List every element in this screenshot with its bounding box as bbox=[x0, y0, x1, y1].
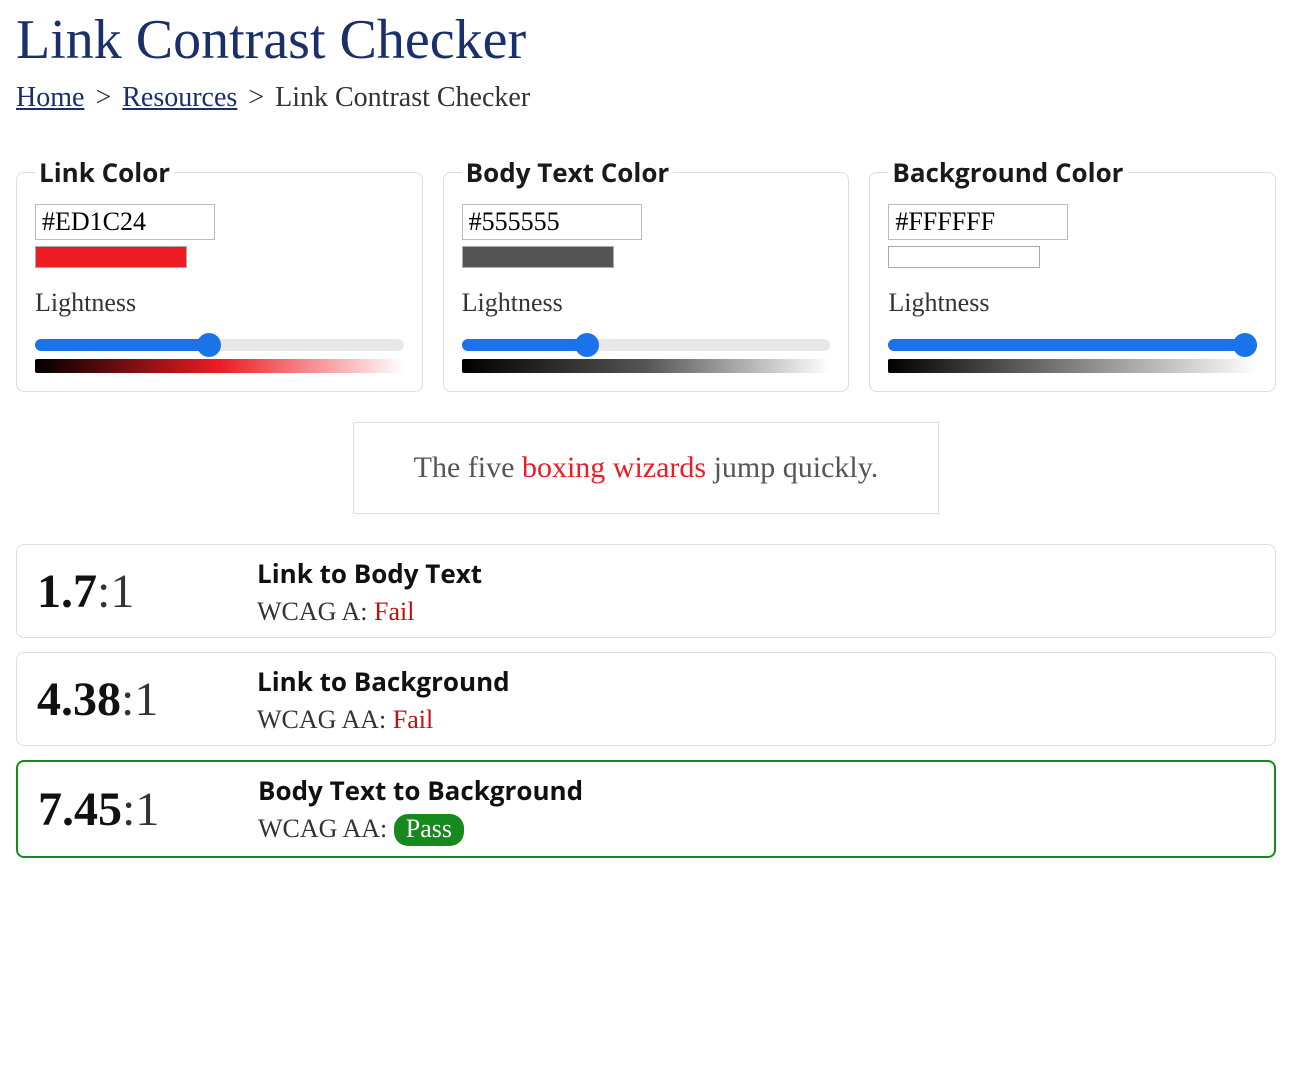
link-color-input[interactable] bbox=[35, 204, 215, 240]
color-panels: Link Color Lightness Body Text Color Lig… bbox=[16, 154, 1276, 392]
status-fail: Fail bbox=[374, 597, 414, 626]
background-color-swatch[interactable] bbox=[888, 246, 1040, 268]
wcag-line: WCAG AA: Fail bbox=[257, 705, 510, 735]
body-text-lightness-label: Lightness bbox=[462, 288, 831, 318]
body-text-color-input[interactable] bbox=[462, 204, 642, 240]
wcag-line: WCAG AA: Pass bbox=[258, 814, 583, 846]
breadcrumb-resources-link[interactable]: Resources bbox=[122, 82, 237, 113]
status-fail: Fail bbox=[393, 705, 433, 734]
result-title: Link to Background bbox=[257, 663, 510, 699]
background-lightness-gradient bbox=[888, 359, 1257, 373]
breadcrumb-separator: > bbox=[248, 82, 264, 113]
result-row: 4.38:1 Link to Background WCAG AA: Fail bbox=[16, 652, 1276, 746]
wcag-line: WCAG A: Fail bbox=[257, 597, 482, 627]
sample-text-pre: The five bbox=[414, 451, 522, 484]
results-list: 1.7:1Link to Body TextWCAG A: Fail4.38:1… bbox=[16, 544, 1276, 858]
background-color-legend: Background Color bbox=[888, 154, 1127, 190]
result-body: Link to Body Text WCAG A: Fail bbox=[257, 555, 482, 627]
body-text-lightness-gradient bbox=[462, 359, 831, 373]
contrast-ratio: 4.38:1 bbox=[37, 672, 237, 727]
result-row: 7.45:1 Body Text to Background WCAG AA: Pa… bbox=[16, 760, 1276, 858]
body-text-color-legend: Body Text Color bbox=[462, 154, 674, 190]
sample-preview-container: The five boxing wizards jump quickly. bbox=[16, 422, 1276, 514]
result-row: 1.7:1 Link to Body Text WCAG A: Fail bbox=[16, 544, 1276, 638]
breadcrumb-home-link[interactable]: Home bbox=[16, 82, 84, 113]
link-color-panel: Link Color Lightness bbox=[16, 154, 423, 392]
link-lightness-slider[interactable] bbox=[35, 339, 404, 351]
background-color-input[interactable] bbox=[888, 204, 1068, 240]
sample-text-post: jump quickly. bbox=[706, 451, 878, 484]
link-color-legend: Link Color bbox=[35, 154, 174, 190]
body-text-color-swatch[interactable] bbox=[462, 246, 614, 268]
contrast-ratio-suffix: :1 bbox=[121, 673, 158, 726]
body-text-color-panel: Body Text Color Lightness bbox=[443, 154, 850, 392]
link-color-swatch[interactable] bbox=[35, 246, 187, 268]
contrast-ratio-suffix: :1 bbox=[97, 565, 134, 618]
link-lightness-label: Lightness bbox=[35, 288, 404, 318]
result-title: Body Text to Background bbox=[258, 772, 583, 808]
contrast-ratio: 1.7:1 bbox=[37, 564, 237, 619]
status-pass-badge: Pass bbox=[394, 814, 464, 846]
wcag-label: WCAG A: bbox=[257, 597, 374, 626]
breadcrumb: Home > Resources > Link Contrast Checker bbox=[16, 82, 1276, 114]
contrast-ratio-suffix: :1 bbox=[122, 783, 159, 836]
background-color-panel: Background Color Lightness bbox=[869, 154, 1276, 392]
sample-preview: The five boxing wizards jump quickly. bbox=[353, 422, 940, 514]
result-body: Body Text to Background WCAG AA: Pass bbox=[258, 772, 583, 846]
contrast-ratio-value: 4.38 bbox=[37, 673, 121, 726]
result-body: Link to Background WCAG AA: Fail bbox=[257, 663, 510, 735]
contrast-ratio: 7.45:1 bbox=[38, 782, 238, 837]
breadcrumb-current: Link Contrast Checker bbox=[275, 82, 530, 113]
wcag-label: WCAG AA: bbox=[257, 705, 393, 734]
page-title: Link Contrast Checker bbox=[16, 8, 1276, 72]
breadcrumb-separator: > bbox=[95, 82, 111, 113]
body-text-lightness-slider[interactable] bbox=[462, 339, 831, 351]
background-lightness-slider[interactable] bbox=[888, 339, 1257, 351]
wcag-label: WCAG AA: bbox=[258, 814, 394, 843]
background-lightness-label: Lightness bbox=[888, 288, 1257, 318]
link-lightness-gradient bbox=[35, 359, 404, 373]
contrast-ratio-value: 1.7 bbox=[37, 565, 97, 618]
contrast-ratio-value: 7.45 bbox=[38, 783, 122, 836]
sample-link[interactable]: boxing wizards bbox=[522, 451, 706, 484]
result-title: Link to Body Text bbox=[257, 555, 482, 591]
